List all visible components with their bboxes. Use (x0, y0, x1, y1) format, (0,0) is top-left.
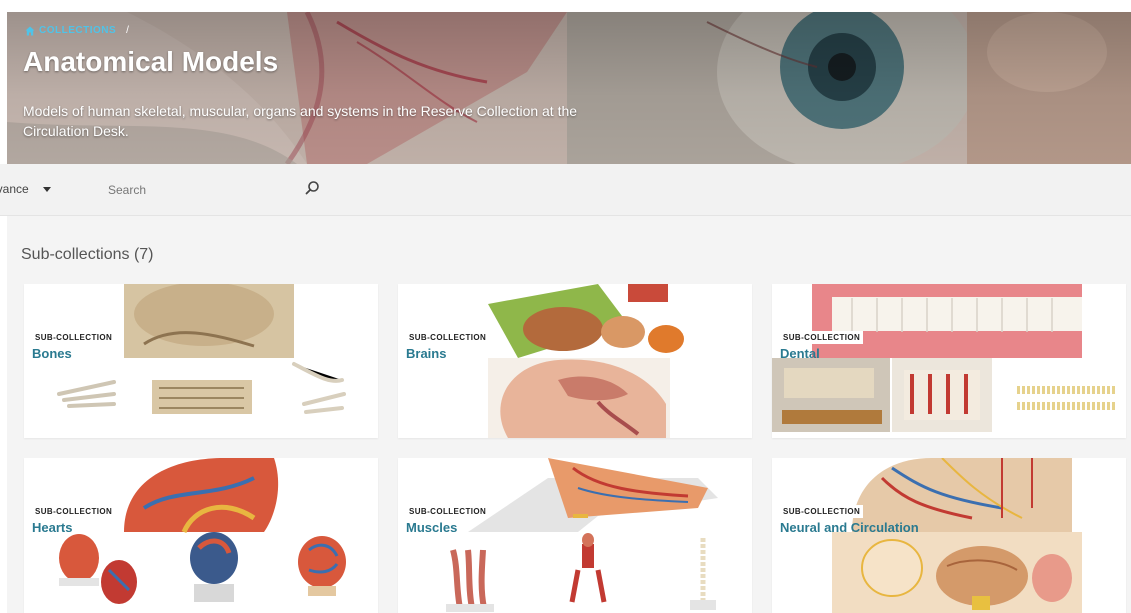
page-title: Anatomical Models (23, 46, 279, 77)
subcollection-title[interactable]: Neural and Circulation (780, 520, 919, 535)
subcollection-card-muscles[interactable]: SUB-COLLECTION Muscles (398, 458, 752, 613)
subcollection-title[interactable]: Brains (406, 346, 446, 361)
search-icon[interactable] (304, 180, 320, 196)
search-toolbar: Relevance (0, 164, 1131, 216)
breadcrumb-collections-link[interactable]: COLLECTIONS (39, 25, 116, 36)
subcollection-title[interactable]: Muscles (406, 520, 457, 535)
subcollection-badge: SUB-COLLECTION (780, 505, 864, 518)
subcollections-heading: Sub-collections (7) (21, 246, 154, 263)
subcollection-badge: SUB-COLLECTION (32, 331, 116, 344)
subcollections-section: Sub-collections (7) SUB-COLLECTION Bones (7, 216, 1131, 613)
subcollection-card-dental[interactable]: SUB-COLLECTION Dental (772, 284, 1126, 438)
page-description: Models of human skeletal, muscular, orga… (23, 103, 578, 139)
subcollection-card-bones[interactable]: SUB-COLLECTION Bones (24, 284, 378, 438)
dental-thumbnail (772, 284, 1117, 432)
home-icon[interactable] (25, 26, 35, 36)
subcollection-card-brains[interactable]: SUB-COLLECTION Brains (398, 284, 752, 438)
hearts-thumbnail (59, 458, 346, 604)
subcollection-card-hearts[interactable]: SUB-COLLECTION Hearts (24, 458, 378, 613)
bones-thumbnail (57, 284, 346, 414)
muscles-thumbnail (446, 458, 718, 612)
subcollection-badge: SUB-COLLECTION (32, 505, 116, 518)
brains-thumbnail (488, 284, 684, 438)
sort-dropdown-label: Relevance (0, 182, 29, 196)
subcollection-title[interactable]: Bones (32, 346, 72, 361)
breadcrumb: COLLECTIONS / (25, 25, 129, 36)
search-input[interactable] (100, 179, 300, 201)
subcollection-title[interactable]: Hearts (32, 520, 72, 535)
neural-and-circulation-thumbnail (832, 458, 1082, 613)
breadcrumb-separator: / (126, 25, 130, 36)
subcollection-card-neural-and-circulation[interactable]: SUB-COLLECTION Neural and Circulation (772, 458, 1126, 613)
caret-down-icon (42, 186, 51, 192)
subcollection-badge: SUB-COLLECTION (406, 505, 490, 518)
subcollection-title[interactable]: Dental (780, 346, 820, 361)
subcollection-badge: SUB-COLLECTION (780, 331, 864, 344)
collection-hero: COLLECTIONS / Anatomical Models Models o… (7, 12, 1131, 164)
subcollection-badge: SUB-COLLECTION (406, 331, 490, 344)
sort-dropdown[interactable]: Relevance (0, 182, 51, 196)
